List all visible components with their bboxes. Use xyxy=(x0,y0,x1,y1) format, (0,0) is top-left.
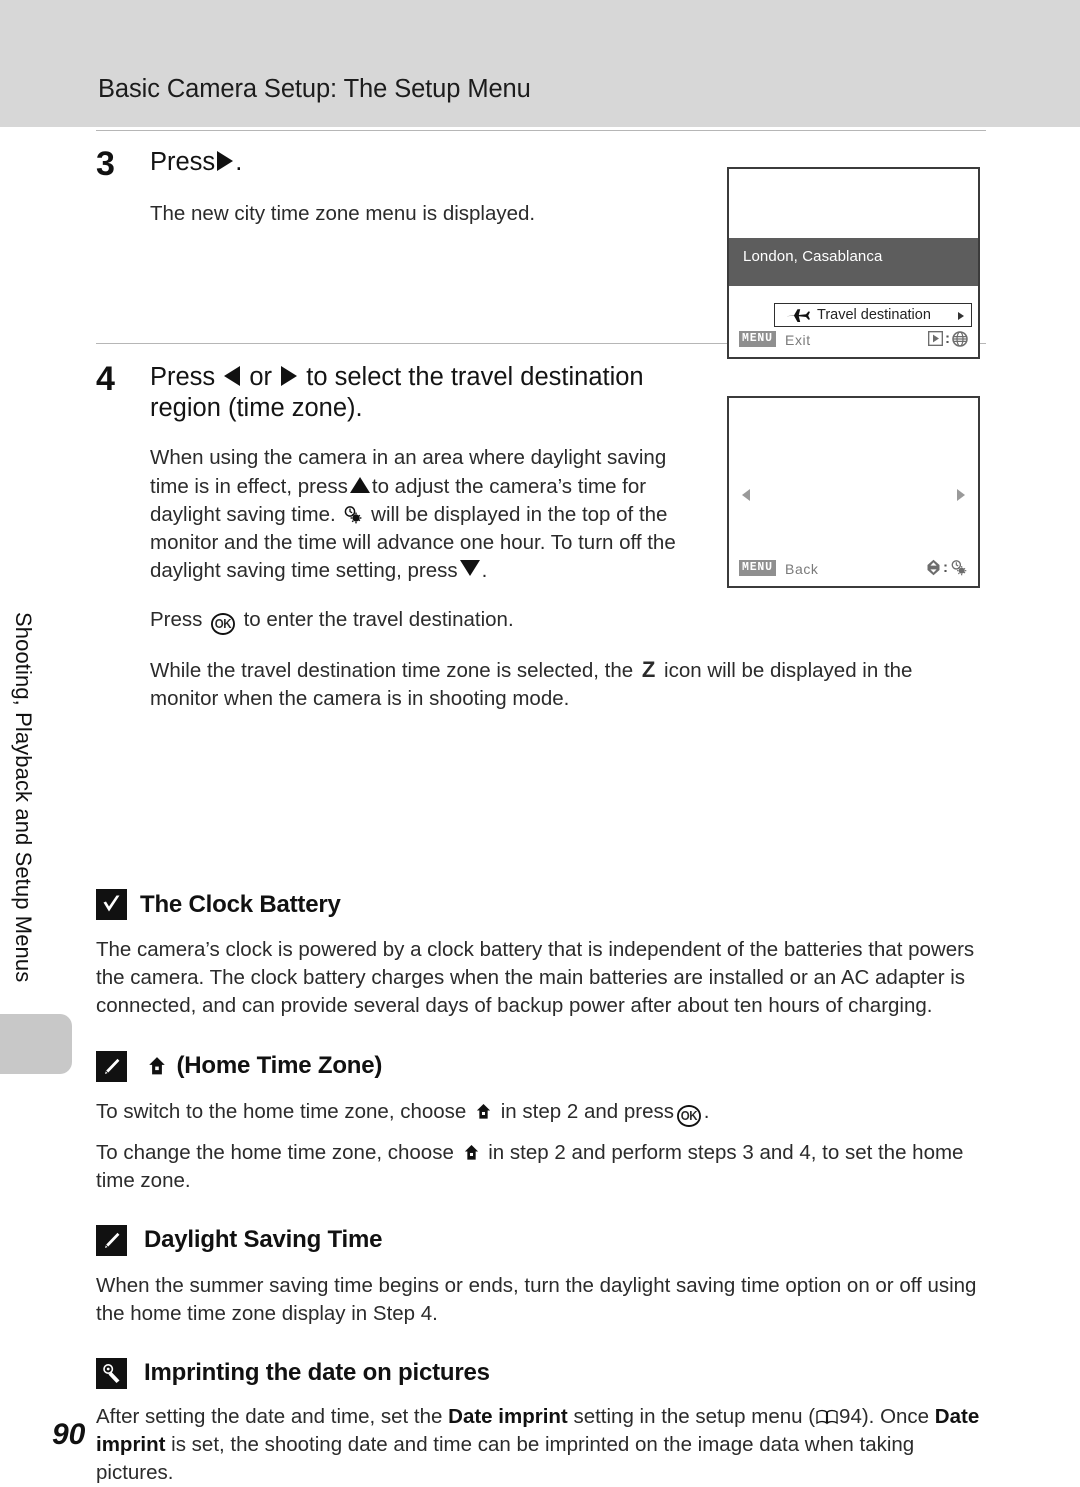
note-home-time-zone-title-text: (Home Time Zone) xyxy=(176,1052,383,1079)
airplane-icon xyxy=(786,309,810,322)
note-daylight-saving: Daylight Saving Time When the summer sav… xyxy=(96,1224,986,1328)
camera-monitor-travel-destination: London, Casablanca Travel destination ME… xyxy=(727,167,980,359)
home-tz-line-1: To switch to the home time zone, choose … xyxy=(96,1098,986,1127)
travel-destination-row[interactable]: Travel destination xyxy=(774,303,972,327)
note-home-time-zone-body: To switch to the home time zone, choose … xyxy=(96,1098,986,1195)
home-tz-l2-a: To change the home time zone, choose xyxy=(96,1140,454,1164)
imprint-b: setting in the setup menu ( xyxy=(573,1404,816,1428)
date-imprint-icon xyxy=(96,1357,127,1389)
step-3-number: 3 xyxy=(96,145,115,183)
chevron-right-icon xyxy=(958,312,964,320)
menu-action-label: Exit xyxy=(785,332,811,348)
note-date-imprint-body: After setting the date and time, set the… xyxy=(96,1403,986,1487)
up-down-arrow-icon xyxy=(927,559,940,576)
monitor-1-footer-hint: : xyxy=(928,330,968,347)
down-arrow-icon xyxy=(459,560,480,577)
home-time-zone-icon xyxy=(464,1144,478,1160)
pencil-note-icon xyxy=(96,1050,127,1082)
p1-text-d: . xyxy=(481,559,488,583)
home-tz-line-2: To change the home time zone, choose in … xyxy=(96,1139,986,1195)
note-date-imprint: Imprinting the date on pictures After se… xyxy=(96,1357,986,1487)
imprint-c: ). Once xyxy=(861,1404,930,1428)
note-daylight-saving-body: When the summer saving time begins or en… xyxy=(96,1272,986,1328)
imprint-a: After setting the date and time, set the xyxy=(96,1404,443,1428)
imprint-page-ref: 94 xyxy=(839,1404,862,1428)
divider-top xyxy=(96,130,986,131)
p2-text-a: Press xyxy=(150,607,203,631)
right-arrow-icon xyxy=(281,366,298,386)
note-date-imprint-text: After setting the date and time, set the… xyxy=(96,1403,986,1487)
manual-reference-icon xyxy=(816,1409,838,1425)
imprint-d: is set, the shooting date and time can b… xyxy=(96,1432,915,1484)
left-arrow-hint-icon xyxy=(742,489,750,501)
ok-button-icon: OK xyxy=(677,1105,701,1127)
monitor-2-footer-hint: : xyxy=(926,559,968,576)
home-time-zone-icon xyxy=(149,1057,165,1075)
page-header-band: Basic Camera Setup: The Setup Menu xyxy=(0,0,1080,127)
camera-monitor-region-select: MENU Back : xyxy=(727,396,980,588)
separator-colon: : xyxy=(943,559,948,576)
menu-button-badge[interactable]: MENU xyxy=(739,331,776,348)
menu-button-badge[interactable]: MENU xyxy=(739,560,776,577)
note-home-time-zone-title: (Home Time Zone) xyxy=(144,1052,382,1080)
note-daylight-saving-text: When the summer saving time begins or en… xyxy=(96,1273,977,1325)
caution-checkbox-icon xyxy=(96,889,127,921)
up-arrow-icon xyxy=(349,476,370,493)
globe-icon xyxy=(952,330,968,347)
note-clock-battery-title: The Clock Battery xyxy=(140,890,341,918)
note-clock-battery-body: The camera’s clock is powered by a clock… xyxy=(96,936,986,1020)
page-title: Basic Camera Setup: The Setup Menu xyxy=(98,75,531,103)
daylight-saving-icon xyxy=(345,505,362,524)
home-tz-l1-a: To switch to the home time zone, choose xyxy=(96,1099,467,1123)
separator-colon: : xyxy=(945,330,950,347)
left-arrow-icon xyxy=(224,366,241,386)
selected-city-label: London, Casablanca xyxy=(743,248,883,265)
pencil-note-icon xyxy=(96,1224,127,1256)
step-4-number: 4 xyxy=(96,360,115,398)
chapter-tab-marker xyxy=(0,1014,72,1074)
travel-destination-z-icon: Z xyxy=(641,656,656,682)
step-4-paragraph-3: While the travel destination time zone i… xyxy=(150,655,986,714)
note-date-imprint-head: Imprinting the date on pictures xyxy=(96,1357,986,1389)
daylight-saving-icon xyxy=(951,559,967,575)
step-3-heading-suffix: . xyxy=(235,148,243,176)
imprint-bold-1: Date imprint xyxy=(448,1404,568,1428)
monitor-2-footer: MENU Back : xyxy=(729,559,978,580)
step-3-heading-prefix: Press xyxy=(150,148,216,176)
chapter-side-label: Shooting, Playback and Setup Menus xyxy=(11,612,36,983)
note-daylight-saving-title: Daylight Saving Time xyxy=(144,1226,383,1254)
note-date-imprint-title: Imprinting the date on pictures xyxy=(144,1359,490,1387)
p3-text-a: While the travel destination time zone i… xyxy=(150,658,634,682)
monitor-1-footer: MENU Exit : xyxy=(729,330,978,351)
step-4-paragraph-1: When using the camera in an area where d… xyxy=(150,444,706,585)
note-clock-battery: The Clock Battery The camera’s clock is … xyxy=(96,889,986,1020)
note-clock-battery-text: The camera’s clock is powered by a clock… xyxy=(96,938,975,1018)
step-4-heading-b: or xyxy=(249,363,273,391)
note-home-time-zone: (Home Time Zone) To switch to the home t… xyxy=(96,1050,986,1195)
home-tz-l1-c: . xyxy=(703,1099,710,1123)
right-arrow-icon xyxy=(217,151,234,171)
page-number: 90 xyxy=(52,1418,86,1451)
right-arrow-hint-icon xyxy=(957,489,965,501)
playback-arrow-icon xyxy=(928,331,943,346)
menu-action-label: Back xyxy=(785,561,819,577)
p2-text-b: to enter the travel destination. xyxy=(243,607,514,631)
ok-button-icon: OK xyxy=(211,613,235,635)
step-4-heading: Press or to select the travel destinatio… xyxy=(150,362,728,424)
travel-destination-label: Travel destination xyxy=(817,307,931,323)
note-home-time-zone-head: (Home Time Zone) xyxy=(96,1050,986,1082)
note-clock-battery-head: The Clock Battery xyxy=(96,889,986,921)
home-tz-l1-b: in step 2 and press xyxy=(500,1099,674,1123)
home-time-zone-icon xyxy=(476,1103,491,1119)
step-4-heading-a: Press xyxy=(150,363,216,391)
note-daylight-saving-head: Daylight Saving Time xyxy=(96,1224,986,1256)
step-4-paragraph-2: Press OK to enter the travel destination… xyxy=(150,606,986,635)
